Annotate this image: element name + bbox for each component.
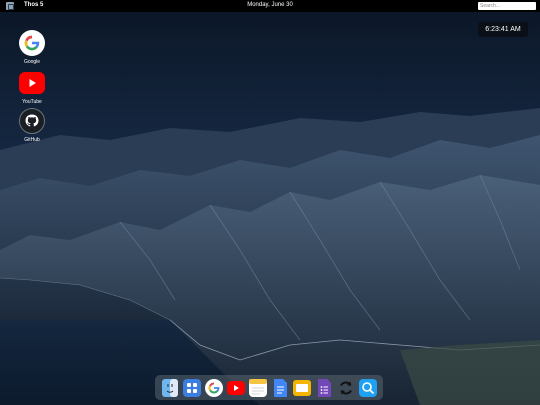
slides-icon[interactable] bbox=[293, 379, 311, 397]
menu-bar-date: Monday, June 30 bbox=[247, 2, 293, 8]
desktop-icon-label: YouTube bbox=[22, 99, 42, 105]
clock-time: 6:23:41 AM bbox=[485, 26, 521, 33]
desktop-wallpaper bbox=[0, 0, 540, 405]
finder-icon[interactable] bbox=[161, 378, 179, 397]
github-icon bbox=[19, 108, 45, 134]
desktop-icon-label: GitHub bbox=[24, 137, 40, 143]
google-icon bbox=[19, 30, 45, 56]
app-grid-icon[interactable] bbox=[183, 378, 201, 397]
google-icon[interactable] bbox=[205, 378, 223, 397]
desktop-icon-github[interactable]: GitHub bbox=[14, 108, 50, 143]
clock-widget: 6:23:41 AM bbox=[478, 22, 528, 37]
search-icon[interactable] bbox=[359, 378, 377, 397]
desktop-icon-label: Google bbox=[23, 59, 41, 65]
youtube-icon[interactable] bbox=[227, 379, 245, 397]
docs-icon[interactable] bbox=[271, 378, 289, 397]
youtube-icon bbox=[19, 70, 45, 96]
forms-icon[interactable] bbox=[315, 378, 333, 397]
search-input[interactable] bbox=[478, 2, 536, 10]
desktop-icon-google[interactable]: Google bbox=[14, 30, 50, 65]
menu-bar: Thos 5 Monday, June 30 bbox=[0, 0, 540, 12]
sync-icon[interactable] bbox=[337, 379, 355, 397]
dock bbox=[155, 375, 383, 400]
notes-icon[interactable] bbox=[249, 378, 267, 397]
desktop-icon-youtube[interactable]: YouTube bbox=[14, 70, 50, 105]
